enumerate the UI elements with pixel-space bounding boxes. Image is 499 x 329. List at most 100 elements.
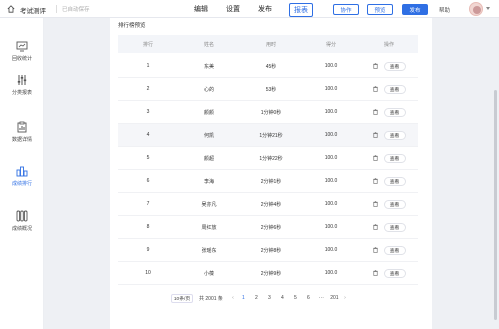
publish-button[interactable]: 发布 [402, 4, 428, 15]
cell-actions: 查看 [360, 107, 418, 117]
cell-rank: 9 [146, 247, 150, 253]
table-row: 3 颜颜 1分钟0秒 100.0 查看 [118, 101, 418, 124]
chevron-down-icon[interactable] [486, 7, 490, 10]
trash-icon[interactable] [372, 201, 378, 207]
cell-rank: 10 [145, 270, 151, 276]
view-button[interactable]: 查看 [383, 84, 406, 94]
cell-actions: 查看 [360, 268, 418, 278]
cell-name: 张瑶东 [201, 247, 217, 254]
page-3[interactable]: 3 [263, 295, 276, 301]
sidebar-item-label: 成绩概况 [11, 226, 32, 232]
sidebar-item-label: 成绩排行 [11, 181, 32, 187]
trash-icon[interactable] [372, 224, 378, 230]
cell-name: 心的 [203, 86, 214, 93]
sidebar-item-label: 分类报表 [11, 90, 32, 96]
preview-button[interactable]: 预览 [367, 4, 393, 15]
header-time: 用时 [265, 41, 276, 48]
avatar[interactable] [469, 2, 483, 16]
help-link[interactable]: 帮助 [439, 6, 450, 14]
table-row: 6 李海 2分钟1秒 100.0 查看 [118, 170, 418, 193]
cell-score: 100.0 [324, 201, 338, 207]
cell-score: 100.0 [324, 63, 338, 69]
cell-actions: 查看 [360, 176, 418, 186]
cell-rank: 8 [146, 224, 150, 230]
cell-score: 100.0 [324, 270, 338, 276]
table-row: 7 吴亦凡 2分钟4秒 100.0 查看 [118, 193, 418, 216]
cell-rank: 6 [146, 178, 150, 184]
sidebar-item-collection-stats[interactable]: 回收统计 [0, 38, 44, 68]
sidebar-item-label: 回收统计 [11, 56, 32, 62]
page-size-select[interactable]: 10条/页 [171, 293, 193, 303]
header-rank: 排行 [142, 41, 153, 48]
trash-icon[interactable] [372, 86, 378, 92]
table-row: 8 周红放 2分钟6秒 100.0 查看 [118, 216, 418, 239]
home-icon[interactable] [7, 5, 15, 13]
cell-time: 1分钟21秒 [259, 132, 283, 139]
view-button[interactable]: 查看 [383, 61, 406, 71]
view-button[interactable]: 查看 [383, 107, 406, 117]
cell-rank: 3 [146, 109, 150, 115]
page-6[interactable]: 6 [302, 295, 315, 301]
table-row: 2 心的 53秒 100.0 查看 [118, 78, 418, 101]
nav-publish[interactable]: 发布 [258, 4, 272, 14]
divider [56, 5, 57, 13]
nav-report[interactable]: 报表 [289, 3, 313, 17]
panel-title: 排行榜预览 [118, 23, 146, 29]
header-name: 姓名 [203, 41, 214, 48]
cell-name: 颜超 [203, 155, 214, 162]
monitor-icon [16, 41, 28, 52]
sidebar: 回收统计 分类报表 数据详情 成绩排行 成绩概况 [0, 18, 44, 329]
table-row: 1 东美 45秒 100.0 查看 [118, 55, 418, 78]
page-2[interactable]: 2 [250, 295, 263, 301]
cell-time: 1分钟0秒 [260, 109, 282, 116]
sidebar-item-data-detail[interactable]: 数据详情 [0, 119, 44, 149]
trash-icon[interactable] [372, 178, 378, 184]
page-ellipsis[interactable]: ··· [315, 295, 328, 301]
view-button[interactable]: 查看 [383, 268, 406, 278]
table-row: 9 张瑶东 2分钟8秒 100.0 查看 [118, 239, 418, 262]
trash-icon[interactable] [372, 270, 378, 276]
view-button[interactable]: 查看 [383, 130, 406, 140]
cell-actions: 查看 [360, 153, 418, 163]
cell-time: 53秒 [265, 86, 277, 93]
cell-time: 2分钟4秒 [260, 201, 282, 208]
sliders-icon [17, 75, 27, 85]
trash-icon[interactable] [372, 63, 378, 69]
cell-score: 100.0 [324, 86, 338, 92]
trash-icon[interactable] [372, 109, 378, 115]
page-1[interactable]: 1 [237, 295, 250, 301]
page-5[interactable]: 5 [289, 295, 302, 301]
view-button[interactable]: 查看 [383, 176, 406, 186]
clipboard-icon [17, 121, 27, 133]
page-last[interactable]: 201 [328, 295, 341, 301]
cell-name: 小葆 [203, 270, 214, 277]
nav-settings[interactable]: 设置 [226, 4, 240, 14]
ranking-panel: 排行榜预览 排行 姓名 用时 得分 操作 1 东美 45秒 100.0 查看 2 心的 53秒… [110, 18, 432, 329]
cell-time: 2分钟9秒 [260, 270, 282, 277]
sidebar-item-score-ranking[interactable]: 成绩排行 [0, 163, 44, 193]
save-status: 已自动保存 [62, 7, 90, 13]
cell-score: 100.0 [324, 247, 338, 253]
table-row: 4 何凯 1分钟21秒 100.0 查看 [118, 124, 418, 147]
prev-page-button[interactable]: ‹ [229, 295, 237, 301]
trash-icon[interactable] [372, 155, 378, 161]
view-button[interactable]: 查看 [383, 153, 406, 163]
cell-rank: 7 [146, 201, 150, 207]
cell-score: 100.0 [324, 224, 338, 230]
trash-icon[interactable] [372, 247, 378, 253]
columns-icon [16, 210, 28, 222]
view-button[interactable]: 查看 [383, 199, 406, 209]
sidebar-item-label: 数据详情 [11, 137, 32, 143]
cell-time: 1分钟22秒 [259, 155, 283, 162]
next-page-button[interactable]: › [341, 295, 349, 301]
scrollbar[interactable] [494, 90, 497, 320]
sidebar-item-category-report[interactable]: 分类报表 [0, 72, 44, 102]
view-button[interactable]: 查看 [383, 245, 406, 255]
cooperate-button[interactable]: 协作 [333, 4, 359, 15]
page-4[interactable]: 4 [276, 295, 289, 301]
sidebar-item-score-overview[interactable]: 成绩概况 [0, 208, 44, 238]
view-button[interactable]: 查看 [383, 222, 406, 232]
cell-actions: 查看 [360, 84, 418, 94]
nav-edit[interactable]: 编辑 [194, 4, 208, 14]
trash-icon[interactable] [372, 132, 378, 138]
